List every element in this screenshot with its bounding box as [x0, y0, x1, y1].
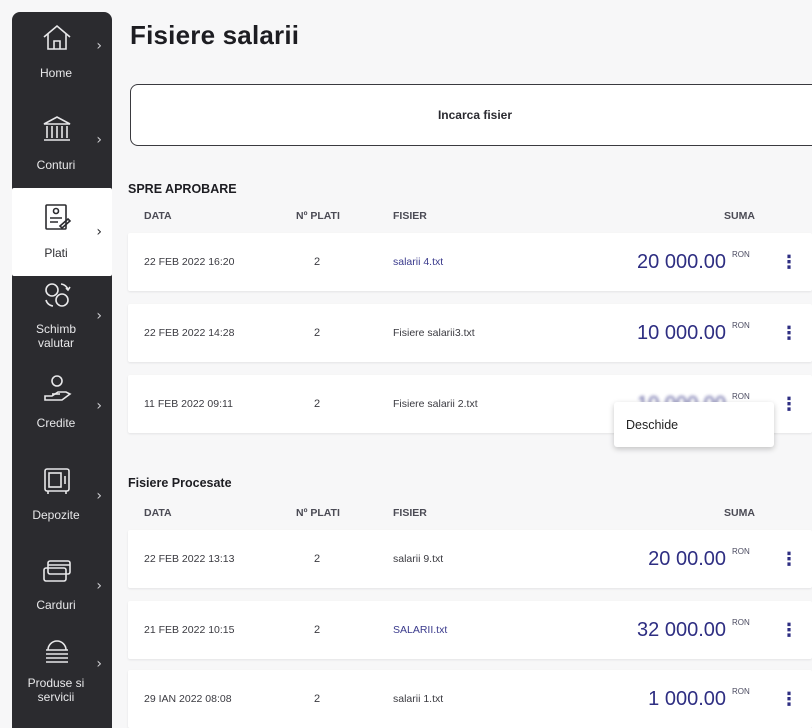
- row-payment-count: 2: [314, 327, 321, 339]
- chevron-right-icon: ›: [96, 224, 102, 240]
- home-icon: [40, 22, 74, 52]
- row-file-link[interactable]: Fisiere salarii3.txt: [393, 304, 475, 362]
- sidebar-item-schimb-valutar[interactable]: › Schimb valutar: [12, 276, 112, 368]
- column-header-file: FISIER: [393, 210, 427, 222]
- table-row[interactable]: 22 FEB 2022 13:13 2 salarii 9.txt 20 00.…: [128, 530, 812, 588]
- column-header-count: Nº PLATI: [296, 210, 340, 222]
- row-date: 22 FEB 2022 13:13: [144, 553, 235, 565]
- sidebar-item-label: Credite: [36, 416, 76, 430]
- credit-icon: [40, 374, 74, 404]
- sidebar-item-label: Produse si: [27, 676, 85, 690]
- more-options-icon[interactable]: ⋮: [780, 670, 798, 728]
- more-options-icon[interactable]: ⋮: [780, 375, 798, 433]
- column-header-amount: SUMA: [724, 507, 755, 519]
- products-icon: [40, 636, 74, 666]
- sidebar-item-label: Carduri: [36, 598, 76, 612]
- row-currency: RON: [732, 249, 750, 259]
- row-amount: 1 000.00: [648, 687, 726, 710]
- column-header-file: FISIER: [393, 507, 427, 519]
- row-currency: RON: [732, 617, 750, 627]
- row-file-link[interactable]: salarii 9.txt: [393, 530, 443, 588]
- sidebar-item-depozite[interactable]: › Depozite: [12, 458, 112, 546]
- row-amount: 20 00.00: [648, 547, 726, 570]
- row-amount: 32 000.00: [637, 618, 726, 641]
- sidebar-item-label: Depozite: [32, 508, 80, 522]
- cards-icon: [40, 556, 74, 586]
- chevron-right-icon: ›: [96, 656, 102, 672]
- chevron-right-icon: ›: [96, 398, 102, 414]
- sidebar-item-label: Conturi: [36, 158, 76, 172]
- row-file-link[interactable]: Fisiere salarii 2.txt: [393, 375, 478, 433]
- row-date: 29 IAN 2022 08:08: [144, 693, 232, 705]
- currency-exchange-icon: [40, 280, 74, 310]
- sidebar-item-home[interactable]: › Home: [12, 12, 112, 94]
- more-options-icon[interactable]: ⋮: [780, 530, 798, 588]
- row-payment-count: 2: [314, 693, 321, 705]
- row-payment-count: 2: [314, 398, 321, 410]
- sidebar-item-plati[interactable]: › Plati: [12, 188, 112, 276]
- table-row[interactable]: 21 FEB 2022 10:15 2 SALARII.txt 32 000.0…: [128, 601, 812, 659]
- row-date: 22 FEB 2022 14:28: [144, 327, 235, 339]
- row-amount: 20 000.00: [637, 250, 726, 273]
- table-row[interactable]: 22 FEB 2022 14:28 2 Fisiere salarii3.txt…: [128, 304, 812, 362]
- sidebar-item-label: Home: [39, 66, 72, 80]
- row-date: 21 FEB 2022 10:15: [144, 624, 235, 636]
- sidebar-item-carduri[interactable]: › Carduri: [12, 546, 112, 632]
- sidebar-item-label: Plati: [44, 246, 68, 260]
- row-currency: RON: [732, 320, 750, 330]
- row-payment-count: 2: [314, 553, 321, 565]
- sidebar-item-label: Schimb: [35, 322, 76, 336]
- chevron-right-icon: ›: [96, 132, 102, 148]
- upload-file-button[interactable]: Incarca fisier: [130, 84, 812, 146]
- chevron-right-icon: ›: [96, 38, 102, 54]
- row-date: 11 FEB 2022 09:11: [144, 398, 233, 410]
- sidebar-nav: › Home › Conturi › Plati › Schimb valuta…: [12, 12, 112, 728]
- chevron-right-icon: ›: [96, 488, 102, 504]
- row-payment-count: 2: [314, 256, 321, 268]
- row-payment-count: 2: [314, 624, 321, 636]
- chevron-right-icon: ›: [96, 578, 102, 594]
- table-row[interactable]: 22 FEB 2022 16:20 2 salarii 4.txt 20 000…: [128, 233, 812, 291]
- section-title-pending: SPRE APROBARE: [128, 182, 237, 196]
- sidebar-item-label-line2: valutar: [37, 336, 75, 350]
- app-root: › Home › Conturi › Plati › Schimb valuta…: [0, 0, 812, 728]
- sidebar-item-produse-servicii[interactable]: › Produse si servicii: [12, 632, 112, 728]
- more-options-icon[interactable]: ⋮: [780, 304, 798, 362]
- sidebar-item-conturi[interactable]: › Conturi: [12, 94, 112, 188]
- sidebar-item-label-line2: servicii: [37, 690, 75, 704]
- row-file-link[interactable]: salarii 1.txt: [393, 670, 443, 728]
- row-file-link[interactable]: SALARII.txt: [393, 601, 447, 659]
- sidebar-item-credite[interactable]: › Credite: [12, 368, 112, 458]
- more-options-icon[interactable]: ⋮: [780, 233, 798, 291]
- payments-icon: [40, 202, 74, 232]
- column-header-count: Nº PLATI: [296, 507, 340, 519]
- row-currency: RON: [732, 546, 750, 556]
- context-menu-open-option[interactable]: Deschide: [614, 402, 774, 447]
- row-amount: 10 000.00: [637, 321, 726, 344]
- column-header-amount: SUMA: [724, 210, 755, 222]
- row-currency: RON: [732, 686, 750, 696]
- bank-icon: [40, 114, 74, 144]
- row-file-link[interactable]: salarii 4.txt: [393, 233, 443, 291]
- more-options-icon[interactable]: ⋮: [780, 601, 798, 659]
- safe-icon: [40, 466, 74, 496]
- column-header-date: DATA: [144, 210, 172, 222]
- table-row[interactable]: 29 IAN 2022 08:08 2 salarii 1.txt 1 000.…: [128, 670, 812, 728]
- page-title: Fisiere salarii: [130, 20, 300, 50]
- row-date: 22 FEB 2022 16:20: [144, 256, 235, 268]
- column-header-date: DATA: [144, 507, 172, 519]
- section-title-processed: Fisiere Procesate: [128, 476, 232, 490]
